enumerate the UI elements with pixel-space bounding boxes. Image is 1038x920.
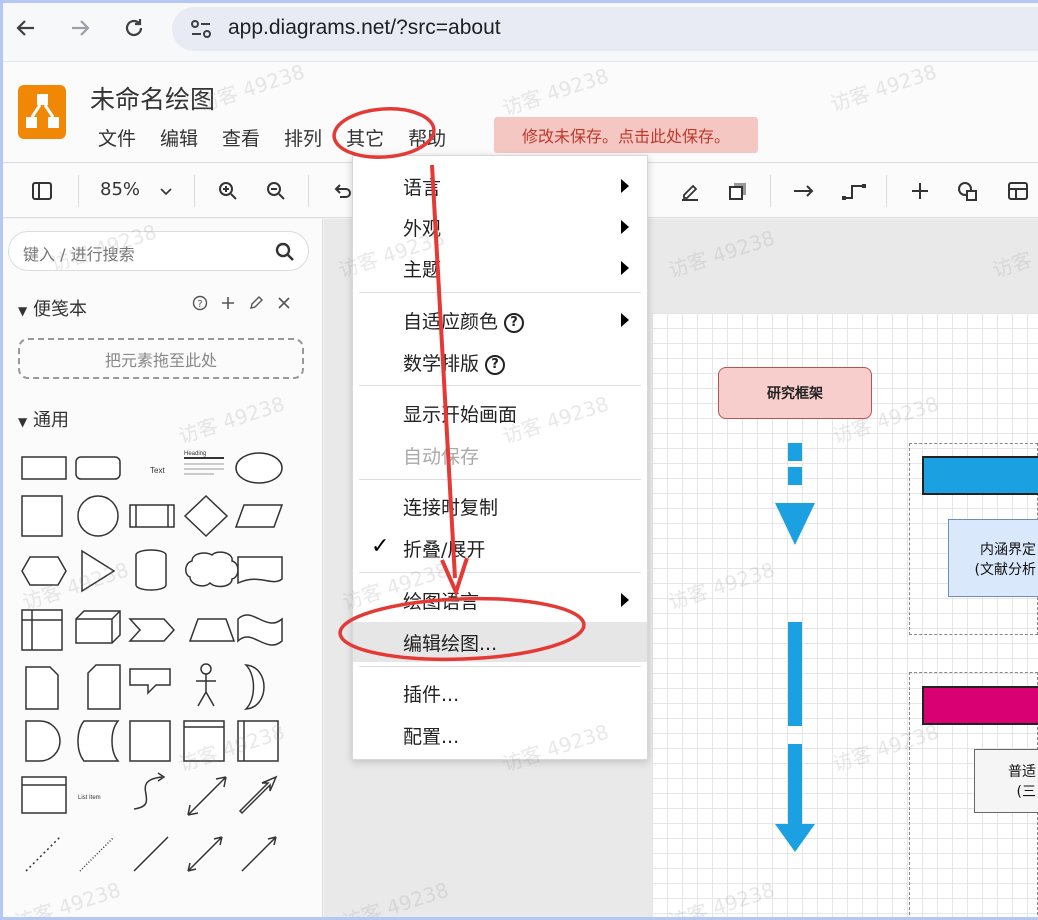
menu-item-language[interactable]: 语言 bbox=[353, 166, 647, 206]
forward-icon[interactable] bbox=[64, 12, 96, 44]
text-shape-label: Text bbox=[150, 466, 165, 475]
checkmark-icon: ✓ bbox=[371, 534, 390, 559]
shape-search-input[interactable]: 键入 / 进行搜索 bbox=[8, 231, 309, 271]
search-icon[interactable] bbox=[274, 241, 296, 263]
table-icon[interactable] bbox=[1004, 177, 1032, 205]
menu-item-collapse-expand[interactable]: ✓ 折叠/展开 bbox=[353, 528, 647, 568]
submenu-arrow-icon bbox=[621, 313, 629, 327]
insert-shape-icon[interactable] bbox=[954, 177, 982, 205]
universal-box[interactable]: 普适 (三 bbox=[974, 749, 1038, 813]
menu-extras[interactable]: 其它 bbox=[334, 122, 396, 153]
menu-item-diagram-language[interactable]: 绘图语言 bbox=[353, 580, 647, 620]
menu-divider bbox=[359, 292, 641, 293]
zoom-out-icon[interactable] bbox=[262, 177, 290, 205]
menu-arrange[interactable]: 排列 bbox=[272, 122, 334, 153]
definition-box-line-1: 内涵界定 bbox=[980, 542, 1036, 558]
menu-file[interactable]: 文件 bbox=[86, 122, 148, 153]
menu-item-configuration[interactable]: 配置... bbox=[353, 715, 647, 755]
menu-edit[interactable]: 编辑 bbox=[148, 122, 210, 153]
waypoints-icon[interactable] bbox=[840, 177, 868, 205]
help-circle-icon: ? bbox=[485, 355, 506, 375]
format-panel-toggle-icon[interactable] bbox=[28, 177, 56, 205]
reload-icon[interactable] bbox=[118, 12, 150, 44]
submenu-arrow-icon bbox=[621, 179, 629, 193]
definition-box[interactable]: 内涵界定 (文献分析 bbox=[948, 519, 1038, 597]
url-text[interactable]: app.diagrams.net/?src=about bbox=[228, 16, 501, 40]
menu-item-math-typesetting[interactable]: 数学排版? bbox=[353, 342, 647, 382]
definition-box-line-2: (文献分析 bbox=[974, 562, 1036, 578]
universal-box-line-2: (三 bbox=[1016, 784, 1036, 800]
general-shapes-header[interactable]: ▼ 通用 bbox=[18, 406, 69, 432]
svg-text:?: ? bbox=[197, 299, 202, 310]
menu-divider bbox=[359, 385, 641, 386]
menu-bar: 文件 编辑 查看 排列 其它 帮助 bbox=[86, 122, 458, 153]
line-color-icon[interactable] bbox=[676, 177, 704, 205]
help-circle-icon: ? bbox=[504, 313, 525, 333]
zoom-select[interactable]: 85% bbox=[100, 179, 140, 200]
close-icon[interactable] bbox=[276, 295, 292, 315]
menu-view[interactable]: 查看 bbox=[210, 122, 272, 153]
chevron-down-icon[interactable] bbox=[152, 177, 180, 205]
scratchpad-title: 便笺本 bbox=[32, 299, 87, 320]
menu-item-plugins[interactable]: 插件... bbox=[353, 673, 647, 713]
address-bar[interactable]: app.diagrams.net/?src=about bbox=[172, 7, 1038, 51]
pink-header-bar[interactable] bbox=[922, 686, 1038, 725]
toolbar-divider bbox=[308, 175, 309, 207]
shadow-icon[interactable] bbox=[724, 177, 752, 205]
document-title[interactable]: 未命名绘图 bbox=[90, 80, 215, 116]
insert-plus-icon[interactable] bbox=[906, 177, 934, 205]
menu-item-show-start-screen[interactable]: 显示开始画面 bbox=[353, 393, 647, 433]
general-title: 通用 bbox=[32, 410, 69, 431]
site-settings-icon[interactable] bbox=[190, 19, 212, 39]
universal-box-line-1: 普适 bbox=[1008, 764, 1036, 780]
menu-divider bbox=[359, 479, 641, 480]
menu-item-appearance[interactable]: 外观 bbox=[353, 207, 647, 247]
caret-down-icon: ▼ bbox=[18, 415, 28, 429]
menu-item-theme[interactable]: 主题 bbox=[353, 248, 647, 288]
scratchpad-header[interactable]: ▼ 便笺本 bbox=[18, 295, 87, 321]
toolbar-divider bbox=[770, 175, 771, 207]
add-icon[interactable] bbox=[220, 295, 236, 315]
toolbar-divider bbox=[78, 175, 79, 207]
drawio-logo-icon bbox=[18, 85, 66, 139]
submenu-arrow-icon bbox=[621, 261, 629, 275]
search-placeholder: 键入 / 进行搜索 bbox=[23, 245, 135, 264]
menu-item-copy-on-connect[interactable]: 连接时复制 bbox=[353, 486, 647, 526]
blue-header-bar[interactable] bbox=[922, 456, 1038, 495]
back-icon[interactable] bbox=[10, 12, 42, 44]
help-icon[interactable]: ? bbox=[192, 295, 208, 315]
scratchpad-dropzone[interactable]: 把元素拖至此处 bbox=[18, 338, 304, 379]
submenu-arrow-icon bbox=[621, 220, 629, 234]
scratchpad-actions: ? bbox=[192, 295, 292, 315]
menu-item-edit-diagram[interactable]: 编辑绘图... bbox=[353, 622, 647, 662]
menu-divider bbox=[359, 666, 641, 667]
edit-pencil-icon[interactable] bbox=[248, 295, 264, 315]
toolbar-divider bbox=[886, 175, 887, 207]
menu-item-adaptive-colors[interactable]: 自适应颜色? bbox=[353, 300, 647, 340]
shapes-sidebar: 键入 / 进行搜索 ▼ 便笺本 ? 把元素拖至此处 ▼ 通用 Text Head… bbox=[0, 219, 323, 920]
zoom-in-icon[interactable] bbox=[214, 177, 242, 205]
research-framework-box[interactable]: 研究框架 bbox=[718, 367, 872, 419]
unsaved-changes-button[interactable]: 修改未保存。点击此处保存。 bbox=[494, 117, 758, 153]
app-header: 未命名绘图 文件 编辑 查看 排列 其它 帮助 修改未保存。点击此处保存。 bbox=[0, 62, 1038, 162]
browser-toolbar: app.diagrams.net/?src=about bbox=[0, 0, 1038, 62]
caret-down-icon: ▼ bbox=[18, 304, 28, 318]
toolbar-divider bbox=[194, 175, 195, 207]
connection-arrow-icon[interactable] bbox=[790, 177, 818, 205]
menu-help[interactable]: 帮助 bbox=[396, 122, 458, 153]
menu-divider bbox=[359, 572, 641, 573]
shape-palette[interactable]: Text Heading List Item bbox=[14, 447, 304, 907]
heading-shape-label: Heading bbox=[184, 451, 206, 457]
menu-item-autosave: 自动保存 bbox=[403, 446, 480, 468]
submenu-arrow-icon bbox=[621, 593, 629, 607]
extras-dropdown-menu: 语言 外观 主题 自适应颜色? 数学排版? 显示开始画面 自动保存 连接时复制 … bbox=[352, 155, 648, 760]
list-item-shape-label: List Item bbox=[78, 795, 101, 801]
